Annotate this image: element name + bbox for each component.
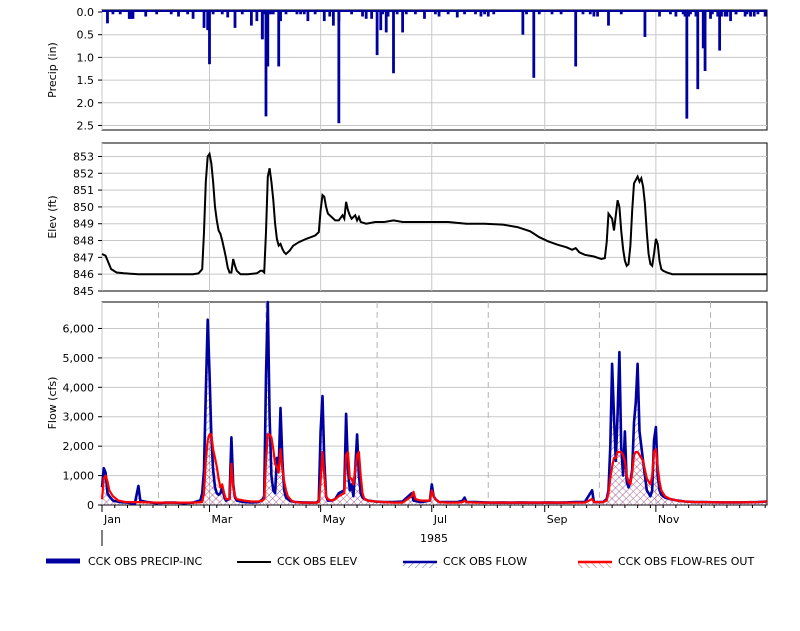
precip-y-tick-label: 1.5 <box>77 74 95 87</box>
precip-bar <box>709 11 712 19</box>
precip-bar <box>574 11 578 67</box>
flow-y-axis-label: Flow (cfs) <box>46 377 59 430</box>
x-tick-label: Mar <box>211 513 232 526</box>
precip-panel: 0.0 0.5 1.0 1.5 2.0 2.5 Precip (in) <box>46 6 768 132</box>
flow-plot-area <box>101 301 768 506</box>
x-tick-label: Jan <box>103 513 121 526</box>
precip-y-tick-label: 0.5 <box>77 29 95 42</box>
precip-bar <box>331 11 335 26</box>
elev-y-tick-label: 850 <box>73 201 94 214</box>
precip-bar <box>306 11 310 22</box>
flow-y-tick-label: 4,000 <box>63 381 95 394</box>
precip-bar <box>202 11 206 28</box>
precip-plot-area <box>101 9 768 131</box>
legend-label-res-out: CCK OBS FLOW-RES OUT <box>618 555 754 568</box>
flow-panel: 0 1,000 2,000 3,000 4,000 5,000 6,000 Flow (cf… <box>46 300 768 512</box>
flow-y-tick-label: 3,000 <box>63 411 95 424</box>
flow-y-tick-label: 1,000 <box>63 470 95 483</box>
flow-y-tick-label: 2,000 <box>63 440 95 453</box>
precip-y-tick-label: 2.5 <box>77 119 95 132</box>
flow-y-tick-label: 0 <box>87 499 94 512</box>
flow-y-tick-label: 5,000 <box>63 352 95 365</box>
x-tick-label: Nov <box>658 513 680 526</box>
precip-y-axis-label: Precip (in) <box>46 42 59 98</box>
elev-y-tick-label: 846 <box>73 268 94 281</box>
precip-bar <box>208 11 211 65</box>
x-tick-label: Jul <box>433 513 447 526</box>
precip-bar <box>277 11 281 67</box>
elev-y-tick-label: 847 <box>73 251 94 264</box>
precip-bar <box>233 11 237 28</box>
precip-bar <box>521 11 525 35</box>
x-tick-label: Sep <box>547 513 568 526</box>
precip-bar <box>423 11 426 19</box>
precip-bar <box>718 11 722 51</box>
legend-item-precip: CCK OBS PRECIP-INC <box>46 555 203 568</box>
precip-bar <box>249 11 253 26</box>
legend-label-precip: CCK OBS PRECIP-INC <box>88 555 203 568</box>
x-axis: Jan Mar May Jul Sep Nov <box>101 505 766 526</box>
elev-y-tick-label: 852 <box>73 167 94 180</box>
flow-y-tick-label: 6,000 <box>63 322 95 335</box>
precip-y-tick-label: 1.0 <box>77 51 95 64</box>
precip-bar <box>401 11 405 33</box>
hydrograph-svg: 0.0 0.5 1.0 1.5 2.0 2.5 Precip (in) 845 846 847… <box>46 6 768 568</box>
chart-figure: 0.0 0.5 1.0 1.5 2.0 2.5 Precip (in) 845 846 847… <box>0 0 800 627</box>
precip-y-tick-label: 2.0 <box>77 97 95 110</box>
legend-item-elev: CCK OBS ELEV <box>237 555 358 568</box>
precip-bar <box>729 11 732 22</box>
precip-bar <box>607 11 610 26</box>
elev-y-tick-label: 849 <box>73 218 94 231</box>
elev-y-tick-label: 853 <box>73 150 94 163</box>
precip-bar <box>255 11 259 22</box>
precip-bar <box>364 11 368 19</box>
legend-item-flow: CCK OBS FLOW <box>403 555 527 568</box>
legend-label-flow: CCK OBS FLOW <box>443 555 527 568</box>
precip-bar <box>703 11 707 71</box>
elev-y-axis: 845 846 847 848 849 850 851 852 853 <box>73 150 102 298</box>
precip-bar <box>266 11 270 67</box>
legend-item-res-out: CCK OBS FLOW-RES OUT <box>578 555 754 568</box>
precip-bar <box>337 11 341 124</box>
precip-bar <box>191 11 195 19</box>
elev-panel: 845 846 847 848 849 850 851 852 853 Elev (ft) <box>46 142 768 298</box>
x-axis-year-label: 1985 <box>420 532 448 545</box>
precip-bar <box>532 11 536 78</box>
elev-y-axis-label: Elev (ft) <box>46 195 59 238</box>
precip-y-tick-label: 0.0 <box>77 6 95 19</box>
elev-y-tick-label: 845 <box>73 285 94 298</box>
precip-bar <box>643 11 647 37</box>
precip-bar <box>106 11 109 24</box>
precip-bar <box>260 11 264 40</box>
x-tick-label: May <box>323 513 346 526</box>
legend-label-elev: CCK OBS ELEV <box>277 555 358 568</box>
precip-bar <box>370 11 374 19</box>
precip-bar <box>131 11 135 19</box>
precip-bar <box>696 11 700 90</box>
legend: CCK OBS PRECIP-INC CCK OBS ELEV CCK OBS … <box>46 555 754 568</box>
precip-y-axis: 0.0 0.5 1.0 1.5 2.0 2.5 <box>77 6 102 132</box>
precip-bar <box>685 11 689 119</box>
precip-bar <box>322 11 326 22</box>
flow-y-axis: 0 1,000 2,000 3,000 4,000 5,000 6,000 <box>63 322 102 512</box>
elev-y-tick-label: 848 <box>73 235 94 248</box>
precip-bar <box>392 11 395 74</box>
precip-bar <box>375 11 379 56</box>
elev-y-tick-label: 851 <box>73 184 94 197</box>
